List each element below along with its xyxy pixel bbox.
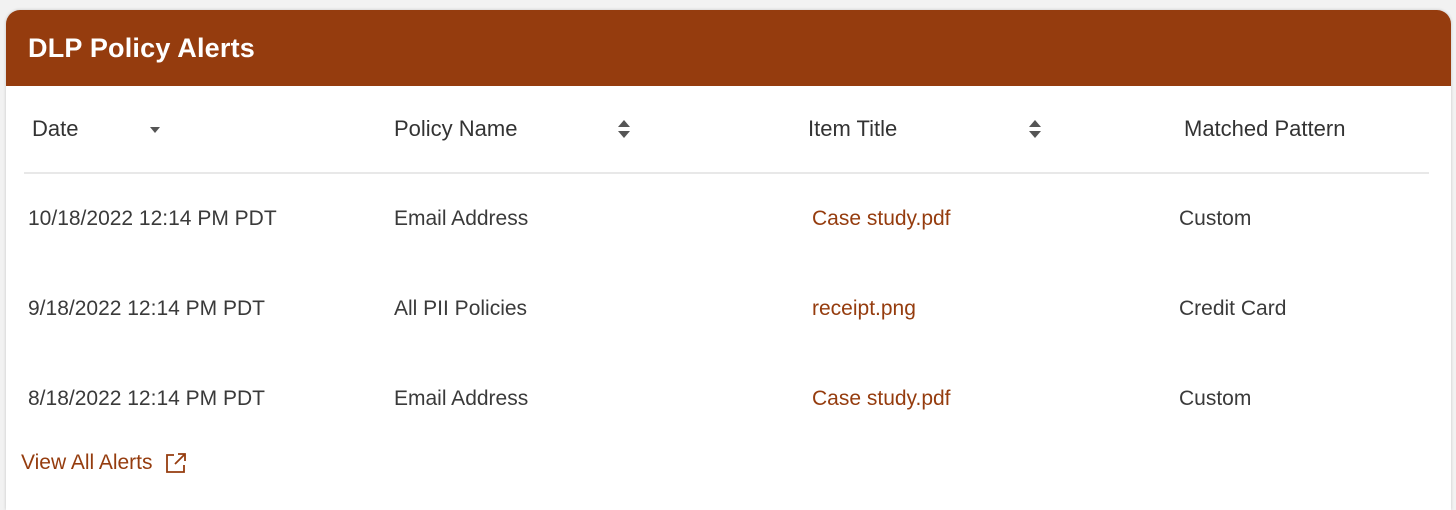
cell-policy-name: Email Address xyxy=(394,207,529,230)
column-header-label: Item Title xyxy=(808,116,898,141)
item-title-link[interactable]: Case study.pdf xyxy=(812,174,951,264)
table-row: 10/18/2022 12:14 PM PDT Email Address Ca… xyxy=(24,174,1429,264)
item-title-link[interactable]: receipt.png xyxy=(812,264,916,354)
cell-policy-name: Email Address xyxy=(394,387,529,410)
column-header-matched-pattern[interactable]: Matched Pattern xyxy=(1184,86,1345,172)
table-header: Date Policy Name Item Title Matched Patt… xyxy=(24,86,1429,174)
sort-icon[interactable] xyxy=(618,120,630,138)
column-header-label: Matched Pattern xyxy=(1184,116,1346,141)
column-header-label: Date xyxy=(32,116,79,141)
cell-date: 8/18/2022 12:14 PM PDT xyxy=(28,387,265,410)
card-title: DLP Policy Alerts xyxy=(28,32,255,63)
column-header-date[interactable]: Date xyxy=(32,86,78,172)
sort-icon[interactable] xyxy=(1029,120,1041,138)
column-header-label: Policy Name xyxy=(394,116,518,141)
card-header: DLP Policy Alerts xyxy=(6,10,1451,86)
cell-date: 10/18/2022 12:14 PM PDT xyxy=(28,207,277,230)
view-all-alerts-link[interactable]: View All Alerts xyxy=(21,450,189,476)
view-all-alerts-label: View All Alerts xyxy=(21,451,153,474)
cell-matched-pattern: Credit Card xyxy=(1179,297,1287,320)
item-title-link[interactable]: Case study.pdf xyxy=(812,354,951,444)
column-header-policy-name[interactable]: Policy Name xyxy=(394,86,517,172)
dlp-alerts-card: DLP Policy Alerts Date Policy Name Item … xyxy=(6,10,1451,510)
cell-policy-name: All PII Policies xyxy=(394,297,528,320)
table-row: 8/18/2022 12:14 PM PDT Email Address Cas… xyxy=(24,354,1429,444)
sort-descending-icon[interactable] xyxy=(150,127,160,133)
external-link-icon xyxy=(165,453,186,473)
cell-matched-pattern: Custom xyxy=(1179,387,1252,410)
table-row: 9/18/2022 12:14 PM PDT All PII Policies … xyxy=(24,264,1429,354)
cell-matched-pattern: Custom xyxy=(1179,207,1252,230)
column-header-item-title[interactable]: Item Title xyxy=(808,86,897,172)
cell-date: 9/18/2022 12:14 PM PDT xyxy=(28,297,265,320)
